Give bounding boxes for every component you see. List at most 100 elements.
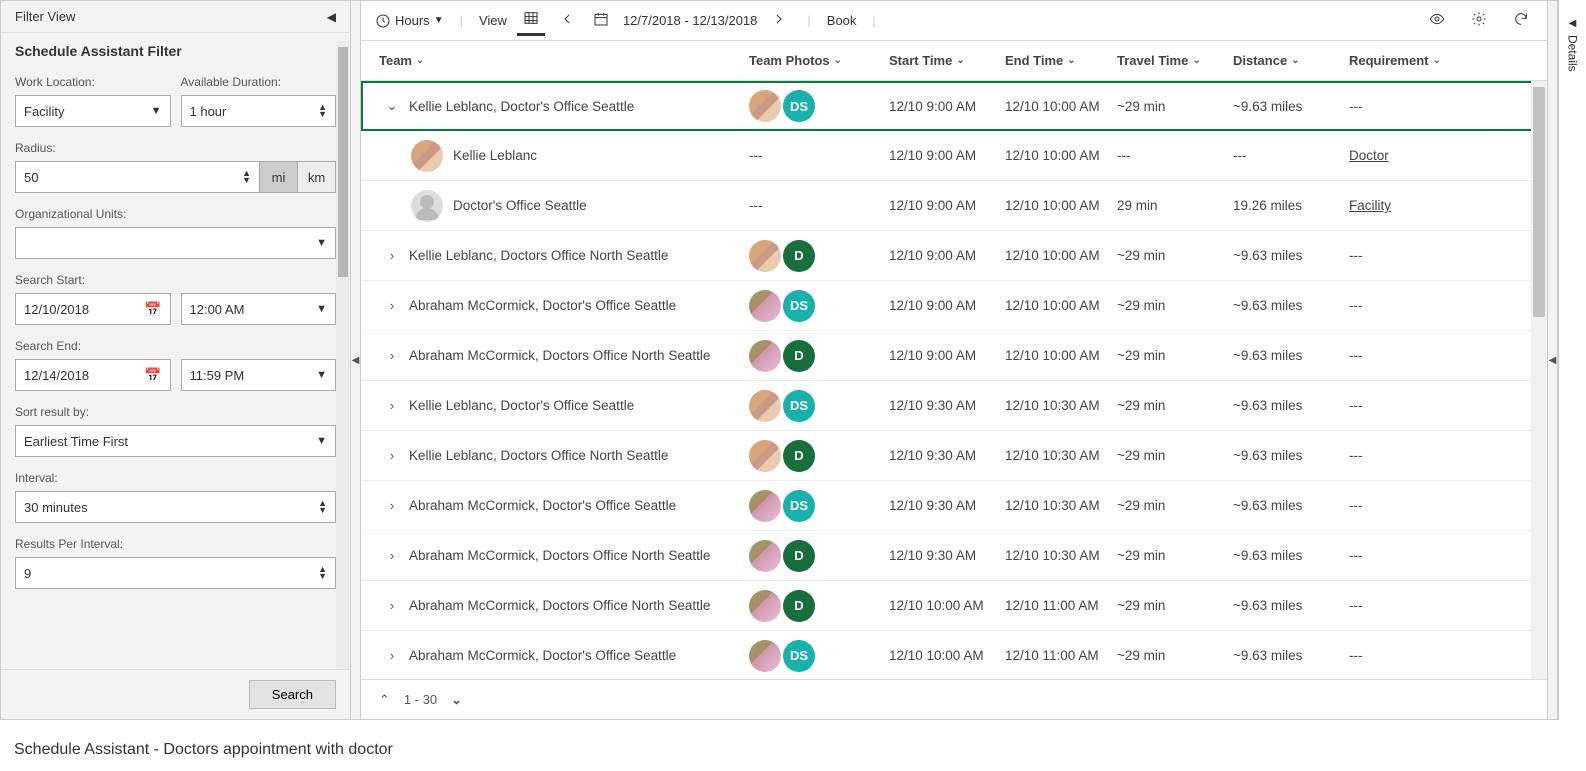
requirement-cell[interactable]: Doctor (1341, 148, 1461, 163)
table-row[interactable]: Kellie Leblanc---12/10 9:00 AM12/10 10:0… (361, 131, 1547, 181)
table-row[interactable]: › Abraham McCormick, Doctors Office North… (361, 581, 1547, 631)
expand-icon[interactable]: › (379, 648, 405, 663)
pager-down[interactable]: ⌄ (451, 692, 462, 708)
end-time-cell: 12/10 10:00 AM (997, 298, 1109, 313)
start-time-cell: 12/10 9:00 AM (881, 298, 997, 313)
sort-select[interactable]: Earliest Time First ▼ (15, 425, 336, 457)
results-per-interval-stepper[interactable]: 9 ▲▼ (15, 557, 336, 589)
search-end-time[interactable]: 11:59 PM ▼ (181, 359, 337, 391)
expand-icon[interactable]: › (379, 598, 405, 613)
org-units-label: Organizational Units: (15, 207, 336, 221)
col-end-time[interactable]: End Time⌄ (997, 53, 1109, 68)
expand-icon[interactable]: › (379, 398, 405, 413)
requirement-cell[interactable]: Facility (1341, 198, 1461, 213)
requirement-cell: --- (1341, 498, 1461, 513)
refresh-button[interactable] (1509, 7, 1533, 35)
col-team[interactable]: Team⌄ (371, 53, 741, 68)
next-button[interactable] (767, 7, 791, 35)
gear-icon (1471, 11, 1487, 27)
pager-range: 1 - 30 (404, 692, 437, 707)
table-row[interactable]: › Kellie Leblanc, Doctors Office North Se… (361, 231, 1547, 281)
team-name: Abraham McCormick, Doctors Office North … (409, 598, 710, 613)
search-end-date[interactable]: 12/14/2018 📅 (15, 359, 171, 391)
col-travel-time[interactable]: Travel Time⌄ (1109, 53, 1225, 68)
col-team-photos[interactable]: Team Photos⌄ (741, 53, 881, 68)
col-start-time[interactable]: Start Time⌄ (881, 53, 997, 68)
team-badge: D (783, 540, 815, 572)
table-row[interactable]: Doctor's Office Seattle---12/10 9:00 AM1… (361, 181, 1547, 231)
table-row[interactable]: ›Kellie Leblanc, Doctors Office North Se… (361, 431, 1547, 481)
available-duration-stepper[interactable]: 1 hour ▲▼ (181, 95, 337, 127)
results-table: Team⌄ Team Photos⌄ Start Time⌄ End Time⌄… (361, 41, 1547, 719)
chevron-left-icon (559, 11, 575, 27)
clock-icon (375, 13, 391, 29)
search-start-date[interactable]: 12/10/2018 📅 (15, 293, 171, 325)
filter-view-header: Filter View ◀ (1, 1, 350, 33)
team-photos-cell: --- (741, 198, 881, 213)
details-tab[interactable]: ◀ Details (1558, 0, 1586, 720)
chevron-left-icon: ◀ (1569, 18, 1577, 29)
table-row[interactable]: › Abraham McCormick, Doctor's Office Seat… (361, 631, 1547, 679)
expand-icon[interactable]: › (379, 348, 405, 363)
table-row[interactable]: ›Abraham McCormick, Doctors Office North… (361, 531, 1547, 581)
prev-button[interactable] (555, 7, 579, 35)
expand-icon[interactable]: › (379, 448, 405, 463)
expand-icon[interactable]: › (379, 248, 405, 263)
start-time-cell: 12/10 10:00 AM (881, 598, 997, 613)
interval-stepper[interactable]: 30 minutes ▲▼ (15, 491, 336, 523)
team-photos-cell: --- (741, 148, 881, 163)
distance-cell: ~9.63 miles (1225, 498, 1341, 513)
org-units-select[interactable]: ▼ (15, 227, 336, 259)
calendar-icon: 📅 (144, 301, 161, 318)
col-requirement[interactable]: Requirement⌄ (1341, 53, 1461, 68)
table-row[interactable]: ›Abraham McCormick, Doctor's Office Seat… (361, 281, 1547, 331)
col-distance[interactable]: Distance⌄ (1225, 53, 1341, 68)
separator: | (866, 13, 881, 28)
search-button[interactable]: Search (249, 680, 336, 709)
table-row[interactable]: ›Abraham McCormick, Doctors Office North… (361, 331, 1547, 381)
settings-button[interactable] (1467, 7, 1491, 35)
collapse-icon[interactable]: ⌄ (379, 98, 405, 114)
expand-icon[interactable]: › (379, 548, 405, 563)
filter-view-title: Filter View (15, 9, 75, 24)
avatar (749, 490, 781, 522)
grid-view-button[interactable] (517, 6, 545, 36)
unit-km-toggle[interactable]: km (298, 161, 336, 193)
expand-icon[interactable]: › (379, 298, 405, 313)
team-name: Abraham McCormick, Doctor's Office Seatt… (409, 648, 676, 663)
start-time-cell: 12/10 10:00 AM (881, 648, 997, 663)
table-row[interactable]: ›Abraham McCormick, Doctor's Office Seat… (361, 481, 1547, 531)
travel-time-cell: ~29 min (1109, 648, 1225, 663)
sort-value: Earliest Time First (24, 434, 128, 449)
separator: | (454, 13, 469, 28)
left-resize-handle[interactable]: ◀ (351, 1, 361, 719)
sort-icon: ⌄ (1291, 55, 1299, 66)
radius-input[interactable]: 50 ▲▼ (15, 161, 260, 193)
sort-label: Sort result by: (15, 405, 336, 419)
expand-icon[interactable]: › (379, 498, 405, 513)
start-time-cell: 12/10 9:00 AM (881, 248, 997, 263)
book-button[interactable]: Book (827, 13, 857, 28)
requirement-cell: --- (1341, 648, 1461, 663)
team-badge: DS (783, 390, 815, 422)
filter-scrollbar[interactable] (336, 41, 350, 669)
end-time-cell: 12/10 10:00 AM (997, 99, 1109, 114)
calendar-button[interactable] (589, 7, 613, 35)
table-row[interactable]: ›Kellie Leblanc, Doctor's Office Seattle… (361, 381, 1547, 431)
requirement-cell: --- (1341, 298, 1461, 313)
unit-mi-toggle[interactable]: mi (260, 161, 298, 193)
pager: ⌃ 1 - 30 ⌄ (361, 679, 1547, 719)
team-name: Kellie Leblanc, Doctors Office North Sea… (409, 248, 668, 263)
team-badge: DS (783, 290, 815, 322)
work-location-select[interactable]: Facility ▼ (15, 95, 171, 127)
table-row[interactable]: ⌄Kellie Leblanc, Doctor's Office Seattle… (361, 81, 1547, 131)
end-time-cell: 12/10 11:00 AM (997, 648, 1109, 663)
hours-dropdown[interactable]: Hours ▼ (375, 13, 444, 29)
pager-up[interactable]: ⌃ (379, 692, 390, 708)
table-scrollbar[interactable] (1531, 81, 1547, 679)
interval-value: 30 minutes (24, 500, 88, 515)
collapse-left-icon[interactable]: ◀ (327, 10, 336, 24)
search-start-time[interactable]: 12:00 AM ▼ (181, 293, 337, 325)
visibility-button[interactable] (1425, 7, 1449, 35)
right-resize-handle[interactable]: ◀ (1547, 1, 1557, 719)
